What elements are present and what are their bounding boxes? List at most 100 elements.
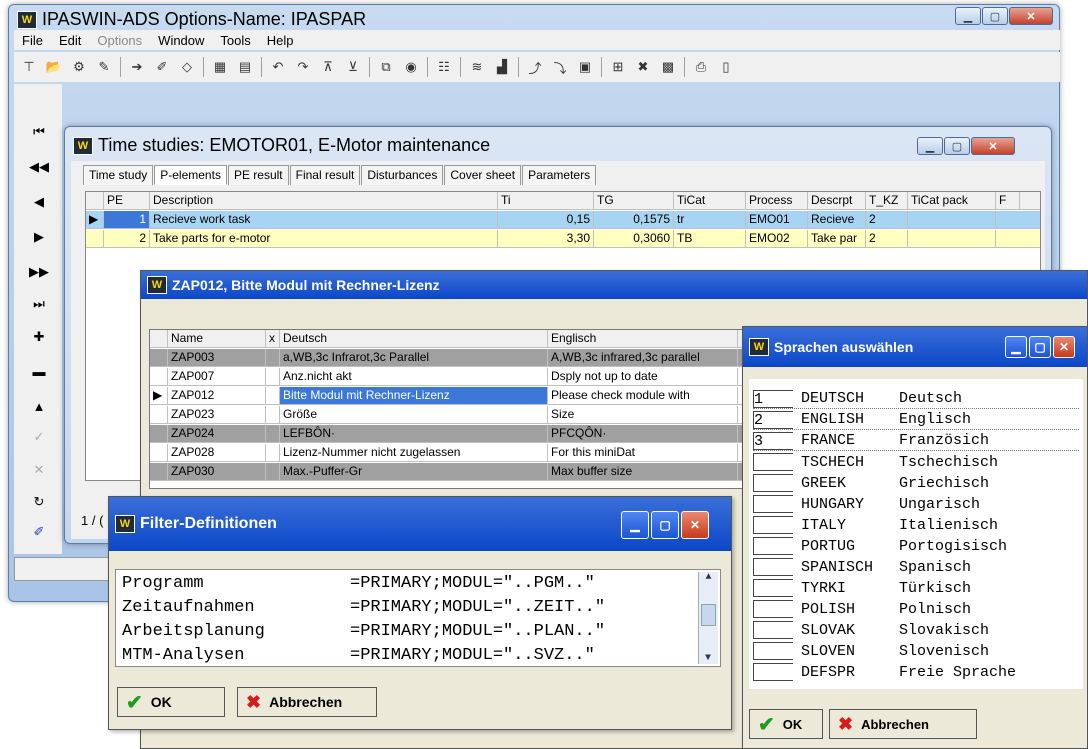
menu-tools[interactable]: Tools [212,33,258,48]
tab-disturbances[interactable]: Disturbances [361,165,444,185]
clock-icon[interactable]: ◉ [402,58,420,76]
lang-close-button[interactable]: ✕ [1053,336,1075,358]
table-row[interactable]: ZAP030 Max.-Puffer-Gr Max buffer size [150,463,743,481]
export-icon[interactable]: ⤴ [526,58,544,76]
find-icon[interactable]: ⚙ [70,58,88,76]
ts-minimize-button[interactable]: ▁ [917,137,943,155]
filter-row[interactable]: MTM-Analysen =PRIMARY;MODUL="..SVZ.." [122,646,595,665]
lang-maximize-button[interactable]: ▢ [1029,336,1051,358]
table-icon[interactable]: ▦ [211,58,229,76]
col-englisch[interactable]: Englisch [548,330,738,347]
filter-row[interactable]: Programm =PRIMARY;MODUL="..PGM.." [122,574,595,593]
filter-row[interactable]: Zeitaufnahmen =PRIMARY;MODUL="..ZEIT.." [122,598,605,617]
undo-icon[interactable]: ↶ [269,58,287,76]
menu-options[interactable]: Options [89,33,150,48]
language-row[interactable]: DEFSPR Freie Sprache [753,662,1079,682]
filter-minimize-button[interactable]: ▁ [621,511,649,539]
add-record-icon[interactable]: ✚ [24,329,54,345]
tab-p-elements[interactable]: P-elements [154,165,227,185]
tab-time-study[interactable]: Time study [83,165,154,185]
spreadsheet-icon[interactable]: ▩ [659,58,677,76]
import-icon[interactable]: ⤵ [551,58,569,76]
calculator-icon[interactable]: ▣ [576,58,594,76]
language-row[interactable]: 2 ENGLISH Englisch [753,410,1079,430]
tab-parameters[interactable]: Parameters [522,165,597,185]
last-record-icon[interactable]: ⏭ [24,296,54,312]
minimize-button[interactable]: ▁ [955,7,981,25]
tools-icon[interactable]: ✎ [95,58,113,76]
check-disabled-icon[interactable]: ✓ [24,429,54,445]
language-row[interactable]: ITALY Italienisch [753,515,1079,535]
prev-page-icon[interactable]: ◀◀ [24,159,54,175]
ts-maximize-button[interactable]: ▢ [944,137,970,155]
language-row[interactable]: SPANISCH Spanisch [753,557,1079,577]
language-row[interactable]: SLOVEN Slovenisch [753,641,1079,661]
prev-record-icon[interactable]: ◀ [24,194,54,210]
col-f[interactable]: F [996,192,1020,209]
exit-icon[interactable]: ▯ [717,58,735,76]
maximize-button[interactable]: ▢ [982,7,1008,25]
lang-ok-button[interactable]: ✔ OK [749,709,823,739]
filter-ok-button[interactable]: ✔ OK [117,687,225,717]
col-deutsch[interactable]: Deutsch [280,330,548,347]
table-row[interactable]: ZAP024 LEFBÔN· PFCQÔN· [150,425,743,443]
chart-line-icon[interactable]: ≋ [468,58,486,76]
split-icon[interactable]: ⊼ [319,58,337,76]
language-row[interactable]: TSCHECH Tschechisch [753,452,1079,472]
language-row[interactable]: TYRKI Türkisch [753,578,1079,598]
cancel-disabled-icon[interactable]: ✕ [24,462,54,478]
table-row[interactable]: ZAP028 Lizenz-Nummer nicht zugelassen Fo… [150,444,743,462]
col-descrpt[interactable]: Descrpt [808,192,866,209]
language-row[interactable]: 1 DEUTSCH Deutsch [753,389,1079,409]
filter-row[interactable]: Arbeitsplanung =PRIMARY;MODUL="..PLAN.." [122,622,605,641]
lang-cancel-button[interactable]: ✖ Abbrechen [829,709,977,739]
col-x[interactable]: x [266,330,280,347]
filter-close-button[interactable]: ✕ [681,511,709,539]
lang-minimize-button[interactable]: ▁ [1005,336,1027,358]
table-row[interactable]: ZAP023 Größe Size [150,406,743,424]
ts-close-button[interactable]: ✕ [971,137,1015,155]
table-row[interactable]: ZAP003 a,WB,3c Infrarot,3c Parallel A,WB… [150,349,743,367]
filter-scrollbar[interactable]: ▲ ▼ [698,572,718,664]
edit-icon[interactable]: ✐ [24,524,54,540]
language-row[interactable]: HUNGARY Ungarisch [753,494,1079,514]
copy-icon[interactable]: ⧉ [377,58,395,76]
language-row[interactable]: PORTUG Portogisisch [753,536,1079,556]
chart-bar-icon[interactable]: ▟ [493,58,511,76]
language-row[interactable]: GREEK Griechisch [753,473,1079,493]
network-icon[interactable]: ⊞ [609,58,627,76]
filter-maximize-button[interactable]: ▢ [651,511,679,539]
menu-edit[interactable]: Edit [51,33,89,48]
menu-file[interactable]: File [14,33,51,48]
delete-record-icon[interactable]: ▬ [24,364,54,379]
col-ticat[interactable]: TiCat [674,192,746,209]
table-row[interactable]: ZAP007 Anz.nicht akt Dsply not up to dat… [150,368,743,386]
next-page-icon[interactable]: ▶▶ [24,264,54,280]
col-pe[interactable]: PE [104,192,150,209]
language-row[interactable]: POLISH Polnisch [753,599,1079,619]
open-icon[interactable]: 📂 [45,58,63,76]
merge-icon[interactable]: ⊻ [344,58,362,76]
eraser-icon[interactable]: ◇ [178,58,196,76]
refresh-icon[interactable]: ↻ [24,494,54,510]
next-record-icon[interactable]: ▶ [24,229,54,245]
col-tg[interactable]: TG [594,192,674,209]
tab-final-result[interactable]: Final result [289,165,361,185]
scroll-up-icon[interactable]: ▲ [699,572,718,590]
tree-icon[interactable]: ⊤ [20,58,38,76]
table-row[interactable]: ▶ 1 Recieve work task 0,15 0,1575 tr EMO… [86,211,1040,229]
tab-cover-sheet[interactable]: Cover sheet [444,165,522,185]
col-description[interactable]: Description [150,192,498,209]
first-record-icon[interactable]: ⏮ [24,124,54,140]
menu-help[interactable]: Help [259,33,302,48]
print-icon[interactable]: ⎙ [692,58,710,76]
edit-list-icon[interactable]: ☷ [435,58,453,76]
language-row[interactable]: 3 FRANCE Französich [753,431,1079,451]
language-row[interactable]: SLOVAK Slovakisch [753,620,1079,640]
filter-cancel-button[interactable]: ✖ Abbrechen [237,687,377,717]
arrow-right-icon[interactable]: ➔ [128,58,146,76]
menu-window[interactable]: Window [150,33,212,48]
pen-icon[interactable]: ✐ [153,58,171,76]
redo-icon[interactable]: ↷ [294,58,312,76]
close-button[interactable]: ✕ [1009,7,1053,25]
